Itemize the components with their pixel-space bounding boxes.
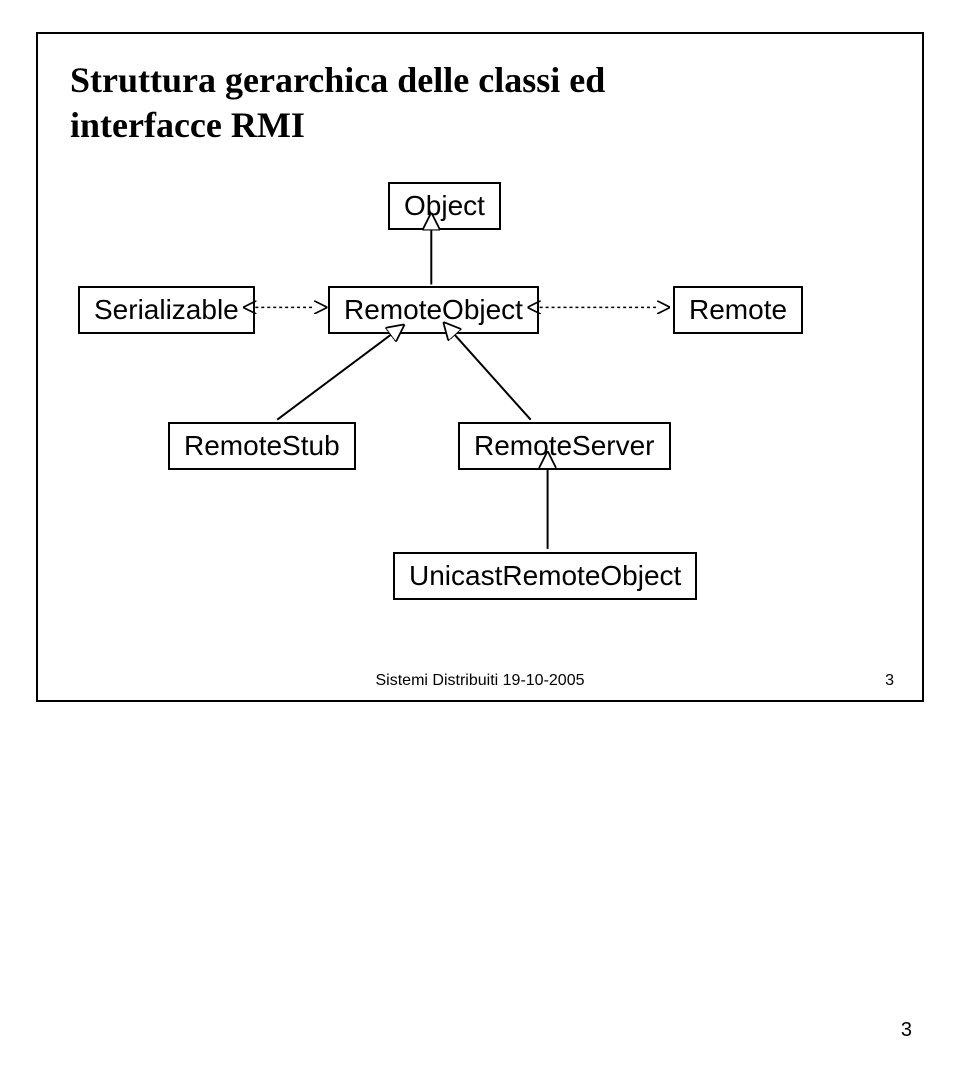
title-line2: interfacce RMI — [70, 105, 305, 145]
node-object: Object — [388, 182, 501, 230]
page-number: 3 — [901, 1019, 912, 1042]
node-unicast: UnicastRemoteObject — [393, 552, 697, 600]
node-serializable: Serializable — [78, 286, 255, 334]
slide-frame: Struttura gerarchica delle classi ed int… — [36, 32, 924, 702]
slide-number: 3 — [885, 672, 894, 690]
node-remote: Remote — [673, 286, 803, 334]
slide-title: Struttura gerarchica delle classi ed int… — [70, 58, 605, 148]
node-remotestub: RemoteStub — [168, 422, 356, 470]
footer-center: Sistemi Distribuiti 19-10-2005 — [376, 672, 585, 690]
node-remoteobject: RemoteObject — [328, 286, 539, 334]
title-line1: Struttura gerarchica delle classi ed — [70, 60, 605, 100]
node-remoteserver: RemoteServer — [458, 422, 671, 470]
